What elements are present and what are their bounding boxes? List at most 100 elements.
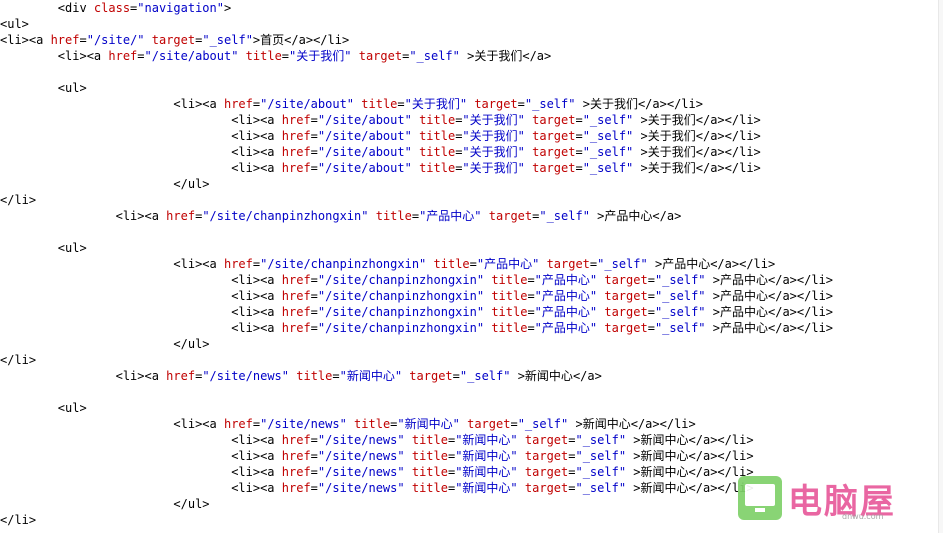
- code-token: title: [361, 97, 398, 111]
- code-line: <li><a href="/site/news" title="新闻中心" ta…: [0, 448, 753, 464]
- scrollbar-edge[interactable]: [938, 0, 943, 533]
- code-token: </a></li>: [695, 145, 761, 159]
- code-token: "_self": [582, 161, 634, 175]
- code-token: "navigation": [137, 1, 224, 15]
- code-token: target: [467, 417, 511, 431]
- code-token: 新闻中心: [524, 369, 573, 383]
- code-token: =: [310, 161, 318, 175]
- code-token: "_self": [539, 209, 590, 223]
- code-token: </ul>: [0, 497, 210, 511]
- code-token: 关于我们: [647, 161, 696, 175]
- code-token: <li><a: [0, 273, 282, 287]
- code-token: title: [491, 321, 528, 335]
- code-token: "新闻中心": [455, 449, 518, 463]
- code-token: </ul>: [0, 177, 210, 191]
- code-token: <li><a: [0, 305, 282, 319]
- code-token: target: [604, 321, 648, 335]
- code-token: >: [459, 49, 475, 63]
- code-token: =: [310, 433, 318, 447]
- code-token: "/site/chanpinzhongxin": [317, 305, 485, 319]
- code-token: =: [310, 289, 318, 303]
- code-line: <li><a href="/site/about" title="关于我们" t…: [0, 128, 761, 144]
- code-token: </li>: [0, 193, 37, 207]
- code-token: "关于我们": [462, 113, 525, 127]
- code-token: 新闻中心: [640, 433, 689, 447]
- code-line: </li>: [0, 512, 36, 528]
- code-token: "产品中心": [534, 321, 598, 335]
- code-token: </a></li>: [768, 305, 834, 319]
- code-token: >: [705, 305, 720, 319]
- code-token: title: [419, 145, 456, 159]
- code-token: "_self": [582, 113, 634, 127]
- code-token: >: [568, 417, 583, 431]
- code-token: 新闻中心: [640, 449, 689, 463]
- code-token: "/site/about": [317, 113, 412, 127]
- code-token: <li><a: [0, 417, 224, 431]
- code-token: <ul>: [0, 17, 29, 31]
- code-token: "/site/about": [317, 145, 412, 159]
- code-token: =: [310, 465, 318, 479]
- code-token: target: [532, 145, 576, 159]
- code-token: target: [532, 113, 576, 127]
- code-token: </a></li>: [688, 433, 754, 447]
- code-token: "关于我们": [404, 97, 468, 111]
- code-token: 关于我们: [589, 97, 638, 111]
- code-token: "/site/": [86, 33, 145, 47]
- code-token: "_self": [582, 129, 634, 143]
- code-token: "产品中心": [419, 209, 482, 223]
- code-line: <ul>: [0, 16, 29, 32]
- code-token: title: [411, 465, 448, 479]
- code-token: <li><a: [0, 145, 282, 159]
- code-token: </a></li>: [695, 113, 761, 127]
- code-line: <li><a href="/site/news" title="新闻中心" ta…: [0, 464, 753, 480]
- code-token: =: [452, 369, 460, 383]
- code-token: =: [575, 145, 583, 159]
- code-line: <li><a href="/site/chanpinzhongxin" titl…: [0, 320, 833, 336]
- code-token: "新闻中心": [455, 481, 518, 495]
- code-token: href: [50, 33, 80, 47]
- code-token: <li><a: [0, 209, 167, 223]
- code-token: "/site/news": [260, 417, 347, 431]
- code-token: </a></li>: [768, 321, 834, 335]
- code-token: "_self": [575, 449, 627, 463]
- code-token: "/site/chanpinzhongxin": [317, 273, 485, 287]
- code-token: href: [281, 129, 311, 143]
- code-token: =: [397, 97, 405, 111]
- code-token: "_self": [459, 369, 511, 383]
- code-token: =: [310, 145, 318, 159]
- code-token: >: [647, 257, 663, 271]
- code-line: <li><a href="/site/news" title="新闻中心" ta…: [0, 416, 696, 432]
- code-token: "_self": [517, 417, 569, 431]
- code-token: title: [419, 161, 456, 175]
- code-token: href: [223, 97, 253, 111]
- code-line: <ul>: [0, 240, 87, 256]
- code-token: "产品中心": [534, 289, 598, 303]
- code-token: </li>: [0, 513, 37, 527]
- code-token: href: [281, 289, 311, 303]
- code-token: =: [411, 209, 420, 223]
- code-token: class: [93, 1, 131, 15]
- code-token: "/site/chanpinzhongxin": [317, 289, 485, 303]
- code-token: </a></li>: [630, 417, 696, 431]
- source-code-view: <div class="navigation"> <ul> <li><a href=…: [0, 0, 943, 533]
- code-token: </a></li>: [768, 273, 834, 287]
- code-token: =: [517, 97, 525, 111]
- code-line: </ul>: [0, 496, 210, 512]
- code-token: title: [491, 273, 528, 287]
- code-token: >: [633, 129, 648, 143]
- code-token: "_self": [654, 305, 706, 319]
- code-token: "产品中心": [534, 273, 598, 287]
- code-token: =: [469, 257, 477, 271]
- code-token: href: [281, 321, 311, 335]
- code-token: href: [281, 465, 311, 479]
- code-token: title: [354, 417, 391, 431]
- code-token: <ul>: [0, 241, 87, 255]
- code-token: =: [281, 49, 290, 63]
- code-token: target: [524, 433, 569, 447]
